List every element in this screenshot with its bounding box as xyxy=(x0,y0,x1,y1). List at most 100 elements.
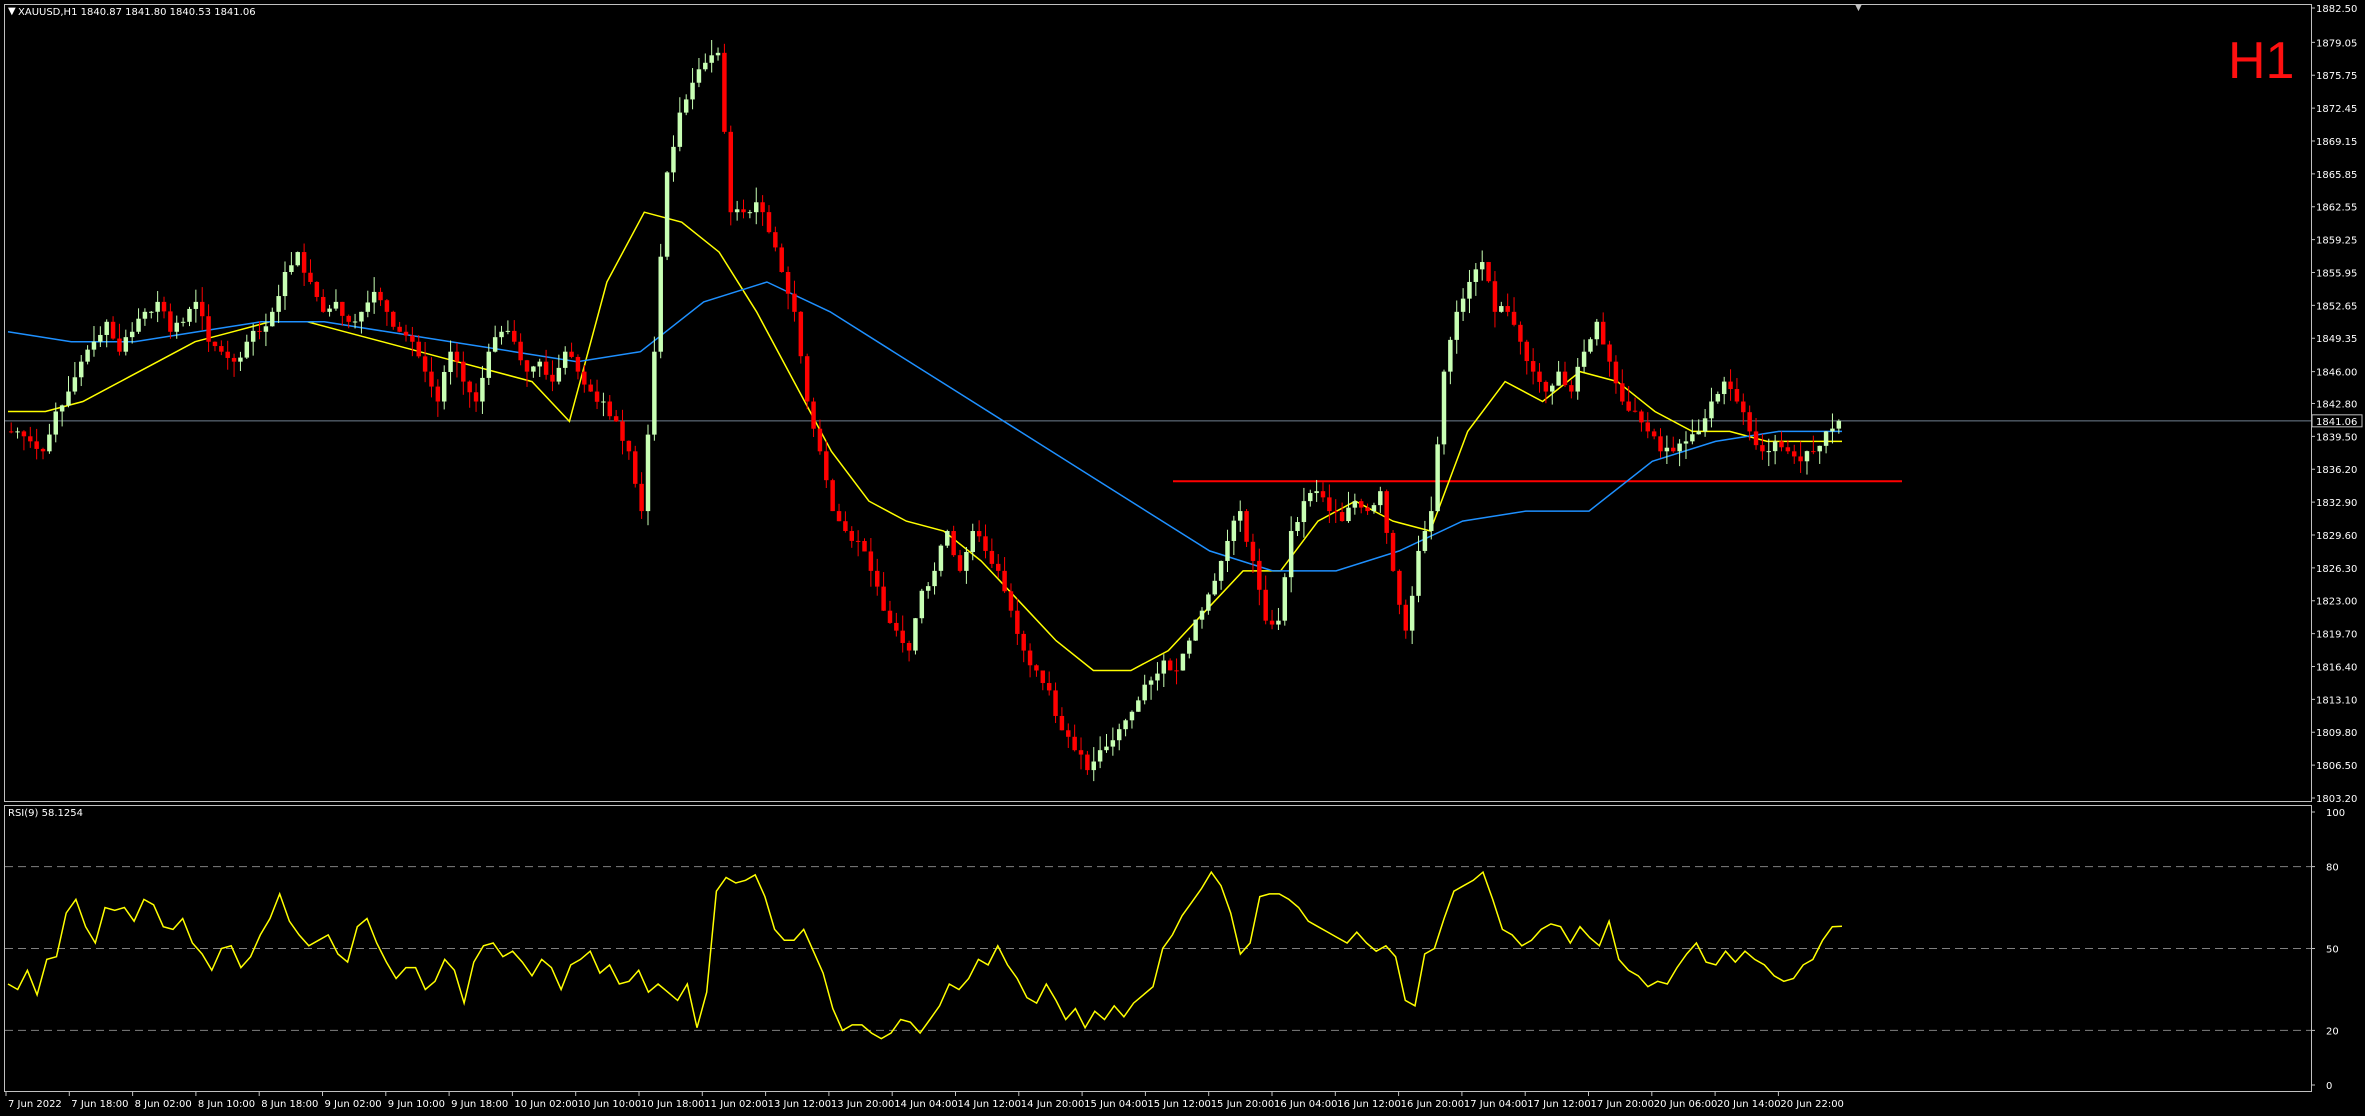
candle-body[interactable] xyxy=(352,321,358,323)
candle-body[interactable] xyxy=(1199,610,1205,620)
candle-body[interactable] xyxy=(1690,434,1695,442)
candle-body[interactable] xyxy=(1753,431,1759,446)
candle-body[interactable] xyxy=(1562,371,1568,386)
candle-body[interactable] xyxy=(53,411,58,435)
candle-body[interactable] xyxy=(282,271,288,297)
candle-body[interactable] xyxy=(206,316,211,342)
candle-body[interactable] xyxy=(531,366,536,372)
candle-body[interactable] xyxy=(843,521,848,532)
candle-body[interactable] xyxy=(85,349,90,362)
candle-body[interactable] xyxy=(824,451,829,481)
candle-body[interactable] xyxy=(1741,401,1746,413)
candle-body[interactable] xyxy=(1282,577,1288,621)
candle-body[interactable] xyxy=(1046,683,1052,691)
candle-body[interactable] xyxy=(1390,532,1396,571)
candle-body[interactable] xyxy=(1467,281,1472,299)
candle-body[interactable] xyxy=(1588,339,1593,352)
candle-body[interactable] xyxy=(983,536,988,551)
candle-body[interactable] xyxy=(569,351,574,357)
candle-body[interactable] xyxy=(1371,505,1377,512)
candle-body[interactable] xyxy=(1008,591,1014,611)
candle-body[interactable] xyxy=(1225,540,1230,561)
candle-body[interactable] xyxy=(34,441,39,449)
candle-body[interactable] xyxy=(524,360,530,372)
candle-body[interactable] xyxy=(1792,451,1797,457)
candle-body[interactable] xyxy=(1333,511,1338,513)
candle-body[interactable] xyxy=(378,291,383,301)
candle-body[interactable] xyxy=(1658,436,1663,452)
candle-body[interactable] xyxy=(1085,754,1090,771)
candle-body[interactable] xyxy=(1785,447,1791,452)
candle-body[interactable] xyxy=(1811,451,1816,453)
candle-body[interactable] xyxy=(289,265,294,272)
trading-chart[interactable]: ▼ XAUUSD,H1 1840.87 1841.80 1840.53 1841… xyxy=(0,0,2365,1116)
candle-body[interactable] xyxy=(98,334,103,342)
candle-body[interactable] xyxy=(938,545,944,571)
candle-body[interactable] xyxy=(1511,311,1517,325)
candle-body[interactable] xyxy=(906,643,912,651)
candle-body[interactable] xyxy=(1136,700,1141,712)
candle-body[interactable] xyxy=(238,357,243,362)
candle-body[interactable] xyxy=(1295,522,1300,532)
candle-body[interactable] xyxy=(320,296,326,312)
candle-body[interactable] xyxy=(1072,736,1077,751)
candle-body[interactable] xyxy=(811,401,816,429)
candle-body[interactable] xyxy=(1352,501,1358,508)
candle-body[interactable] xyxy=(613,416,619,422)
candle-body[interactable] xyxy=(556,367,562,382)
candle-body[interactable] xyxy=(1257,560,1262,590)
candle-body[interactable] xyxy=(925,586,931,591)
candle-body[interactable] xyxy=(359,311,364,322)
candle-body[interactable] xyxy=(1760,445,1765,452)
candle-body[interactable] xyxy=(1581,351,1587,367)
candle-body[interactable] xyxy=(155,301,160,312)
candle-body[interactable] xyxy=(231,357,237,362)
candle-body[interactable] xyxy=(1416,550,1421,596)
candle-body[interactable] xyxy=(1600,321,1606,345)
candle-body[interactable] xyxy=(543,361,549,375)
candle-body[interactable] xyxy=(1779,441,1784,448)
candle-body[interactable] xyxy=(199,301,205,317)
candle-body[interactable] xyxy=(664,172,670,257)
candle-body[interactable] xyxy=(1301,501,1307,523)
candle-body[interactable] xyxy=(709,55,714,63)
candle-body[interactable] xyxy=(1830,428,1835,432)
candle-body[interactable] xyxy=(365,302,371,312)
candle-body[interactable] xyxy=(798,311,804,357)
candle-body[interactable] xyxy=(448,351,453,372)
candle-body[interactable] xyxy=(1021,633,1026,651)
candle-body[interactable] xyxy=(1091,761,1096,771)
candle-body[interactable] xyxy=(951,531,956,556)
candle-body[interactable] xyxy=(117,338,122,352)
candle-body[interactable] xyxy=(1817,445,1822,452)
candle-body[interactable] xyxy=(40,448,46,452)
collapse-arrow-icon[interactable]: ▼ xyxy=(8,6,16,17)
candle-body[interactable] xyxy=(422,356,428,372)
candle-body[interactable] xyxy=(1721,381,1727,395)
candle-body[interactable] xyxy=(492,337,498,352)
candle-body[interactable] xyxy=(945,531,950,546)
candle-body[interactable] xyxy=(212,341,218,347)
candle-body[interactable] xyxy=(626,440,632,452)
candle-body[interactable] xyxy=(575,356,581,372)
candle-body[interactable] xyxy=(1034,665,1039,671)
candle-body[interactable] xyxy=(250,330,256,342)
candle-body[interactable] xyxy=(518,341,523,361)
candle-body[interactable] xyxy=(1378,491,1383,506)
candle-body[interactable] xyxy=(696,69,702,83)
candle-body[interactable] xyxy=(384,300,390,312)
candle-body[interactable] xyxy=(1104,746,1109,751)
candle-body[interactable] xyxy=(779,247,784,272)
candle-body[interactable] xyxy=(244,341,250,358)
candle-body[interactable] xyxy=(1244,511,1249,542)
candle-body[interactable] xyxy=(47,434,52,452)
candle-body[interactable] xyxy=(683,99,689,113)
candle-body[interactable] xyxy=(257,330,262,332)
candle-body[interactable] xyxy=(1460,298,1466,312)
candle-body[interactable] xyxy=(652,351,657,435)
candle-body[interactable] xyxy=(1435,444,1440,512)
candle-body[interactable] xyxy=(1479,262,1485,270)
candle-body[interactable] xyxy=(633,451,638,484)
candle-body[interactable] xyxy=(1715,394,1721,402)
candle-body[interactable] xyxy=(1148,680,1154,685)
